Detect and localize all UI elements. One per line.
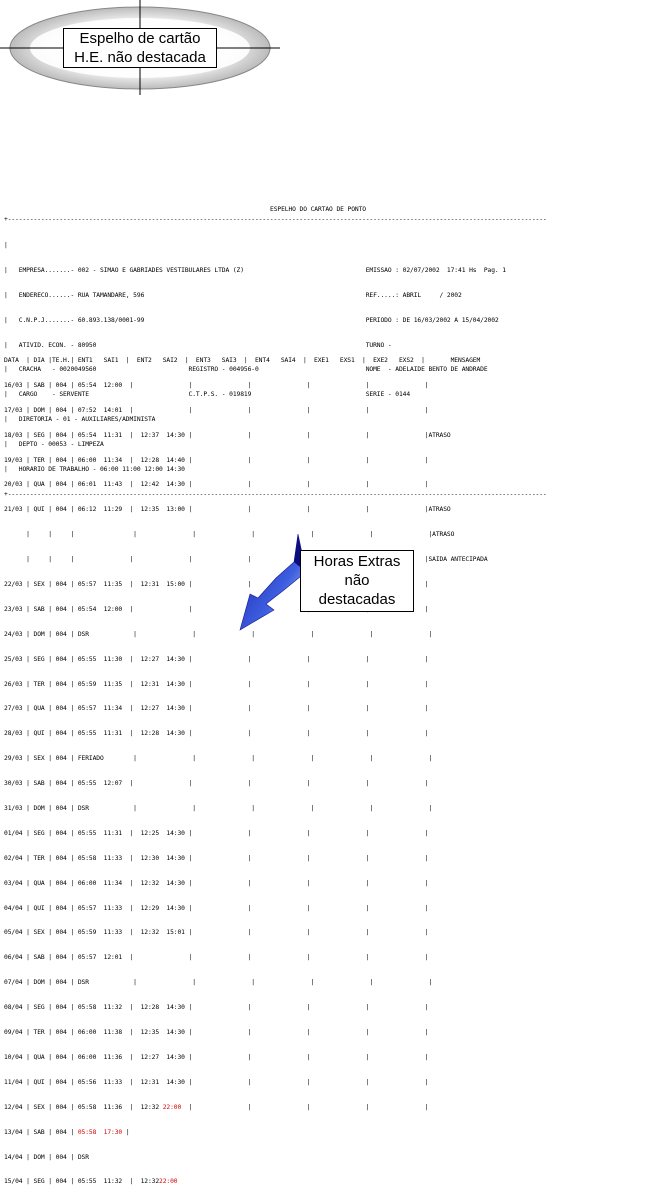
overtime-callout-line1: Horas Extras: [313, 553, 401, 570]
table-row: 26/03 | TER | 004 | 05:59 11:35 | 12:31 …: [4, 680, 429, 688]
top-border-line: +---------------------------------------…: [4, 216, 547, 223]
table-row: 17/03 | DOM | 004 | 07:52 14:01 | | | | …: [4, 406, 429, 414]
row-text: 13/04 | SAB | 004 |: [4, 1128, 78, 1136]
table-row: 16/03 | SAB | 004 | 05:54 12:00 | | | | …: [4, 381, 429, 389]
overtime-value: 22:00: [162, 1103, 182, 1111]
table-row: 21/03 | QUI | 004 | 06:12 11:29 | 12:35 …: [4, 506, 451, 514]
table-row: 01/04 | SEG | 004 | 05:55 11:31 | 12:25 …: [4, 829, 429, 837]
table-row: 04/04 | QUI | 004 | 05:57 11:33 | 12:29 …: [4, 904, 429, 912]
header-line: | C.N.P.J.......- 60.893.138/0001-99 PER…: [4, 316, 499, 324]
table-row: 13/04 | SAB | 004 | 05:58 17:30 |: [4, 1129, 488, 1138]
row-text: |: [122, 1128, 130, 1136]
table-row: 15/04 | SEG | 004 | 05:55 11:32 | 12:322…: [4, 1178, 488, 1187]
row-text: | | | | |: [181, 1103, 429, 1111]
table-row: 14/04 | DOM | 004 | DSR: [4, 1153, 89, 1161]
table-row: 31/03 | DOM | 004 | DSR | | | | | |: [4, 805, 433, 813]
table-row: 10/04 | QUA | 004 | 06:00 11:36 | 12:27 …: [4, 1053, 429, 1061]
title-callout-line1: Espelho de cartão: [79, 30, 201, 47]
table-row: 19/03 | TER | 004 | 06:00 11:34 | 12:28 …: [4, 456, 429, 464]
table-row: 18/03 | SEG | 004 | 05:54 11:31 | 12:37 …: [4, 431, 451, 439]
table-row: 09/04 | TER | 004 | 06:00 11:38 | 12:35 …: [4, 1029, 429, 1037]
table-row: 07/04 | DOM | 004 | DSR | | | | | |: [4, 979, 433, 987]
table-row: 27/03 | QUA | 004 | 05:57 11:34 | 12:27 …: [4, 705, 429, 713]
header-line: | EMPRESA.......- 002 - SIMAO E GABRIADE…: [4, 266, 506, 274]
table-row: 11/04 | QUI | 004 | 05:56 11:33 | 12:31 …: [4, 1078, 429, 1086]
row-text: 12/04 | SEX | 004 | 05:58 11:36 | 12:32: [4, 1103, 163, 1111]
table-row: 28/03 | QUI | 004 | 05:55 11:31 | 12:28 …: [4, 730, 429, 738]
table-row: 29/03 | SEX | 004 | FERIADO | | | | | |: [4, 755, 433, 763]
table-row: 12/04 | SEX | 004 | 05:58 11:36 | 12:32 …: [4, 1104, 488, 1113]
row-text: 15/04 | SEG | 004 | 05:55 11:32 | 12:32: [4, 1178, 160, 1186]
timecard-table: DATA | DIA |TE.H.| ENT1 SAI1 | ENT2 SAI2…: [4, 341, 488, 1195]
header-line: | ENDERECO......- RUA TAMANDARE, 596 REF…: [4, 291, 462, 299]
overtime-value: 22:00: [159, 1178, 178, 1186]
overtime-callout-line3: destacadas: [318, 591, 396, 608]
table-header: DATA | DIA |TE.H.| ENT1 SAI1 | ENT2 SAI2…: [4, 357, 481, 364]
table-row: 03/04 | QUA | 004 | 06:00 11:34 | 12:32 …: [4, 879, 429, 887]
table-row: 25/03 | SEG | 004 | 05:55 11:30 | 12:27 …: [4, 655, 429, 663]
blue-arrow-graphic: [239, 533, 307, 631]
table-row: 06/04 | SAB | 004 | 05:57 12:01 | | | | …: [4, 954, 429, 962]
overtime-value: 05:58 17:30: [77, 1128, 123, 1136]
table-row: 05/04 | SEX | 004 | 05:59 11:33 | 12:32 …: [4, 929, 429, 937]
title-callout-line2: H.E. não destacada: [74, 49, 206, 66]
overtime-callout-line2: não: [344, 572, 370, 589]
report-title: ESPELHO DO CARTAO DE PONTO: [270, 206, 366, 213]
overtime-callout: Horas Extras não destacadas: [300, 550, 414, 612]
table-row: 08/04 | SEG | 004 | 05:58 11:32 | 12:28 …: [4, 1004, 429, 1012]
table-row: 20/03 | QUA | 004 | 06:01 11:43 | 12:42 …: [4, 481, 429, 489]
table-row: 30/03 | SAB | 004 | 05:55 12:07 | | | | …: [4, 780, 429, 788]
header-line: |: [4, 242, 8, 249]
table-row: 02/04 | TER | 004 | 05:58 11:33 | 12:30 …: [4, 854, 429, 862]
title-callout: Espelho de cartão H.E. não destacada: [63, 28, 217, 68]
